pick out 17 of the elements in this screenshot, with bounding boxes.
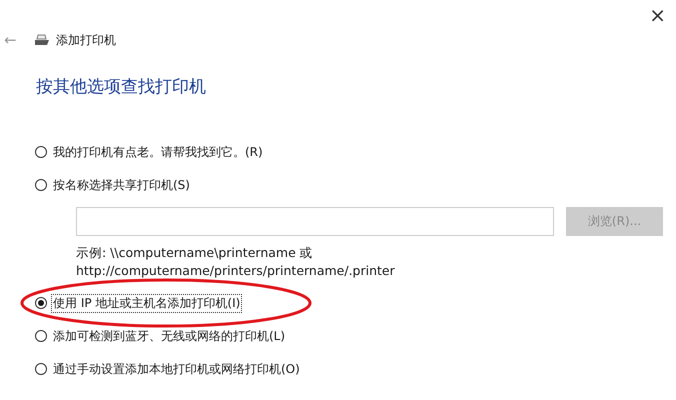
example-text: 示例: \\computername\printername 或 — [76, 244, 314, 262]
printer-icon — [34, 34, 50, 46]
page-heading: 按其他选项查找打印机 — [36, 76, 207, 99]
close-button[interactable]: × — [645, 4, 670, 26]
radio-button[interactable] — [35, 179, 47, 191]
option-label[interactable]: 添加可检测到蓝牙、无线或网络的打印机(L) — [51, 326, 288, 346]
radio-button[interactable] — [35, 146, 47, 158]
radio-button[interactable] — [35, 363, 47, 375]
radio-button[interactable] — [35, 297, 47, 309]
option-label[interactable]: 通过手动设置添加本地打印机或网络打印机(O) — [51, 360, 302, 378]
window-title: 添加打印机 — [56, 32, 116, 48]
option-label[interactable]: 按名称选择共享打印机(S) — [51, 176, 192, 194]
option-label[interactable]: 我的打印机有点老。请帮我找到它。(R) — [51, 142, 265, 162]
option-label[interactable]: 使用 IP 地址或主机名添加打印机(I) — [51, 294, 242, 312]
printer-name-field[interactable] — [76, 207, 554, 236]
radio-button[interactable] — [35, 330, 47, 342]
example-text: http://computername/printers/printername/.printer — [76, 262, 396, 280]
